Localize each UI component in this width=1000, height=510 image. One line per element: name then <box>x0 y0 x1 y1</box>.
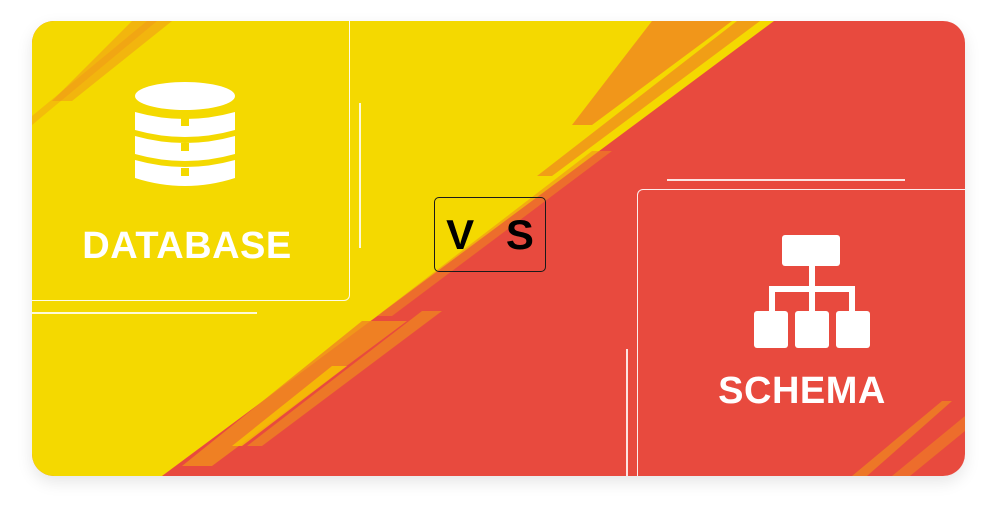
divider-line <box>626 349 628 476</box>
divider-line <box>359 103 361 248</box>
divider-line <box>667 179 905 181</box>
database-label: DATABASE <box>82 225 292 267</box>
vs-text: V S <box>446 210 544 258</box>
database-icon <box>135 82 235 186</box>
schema-label: SCHEMA <box>718 370 886 412</box>
comparison-banner: DATABASE V S SCHEMA <box>32 21 965 476</box>
hierarchy-icon <box>754 235 870 348</box>
divider-line <box>32 312 257 314</box>
vs-badge: V S <box>434 197 546 272</box>
